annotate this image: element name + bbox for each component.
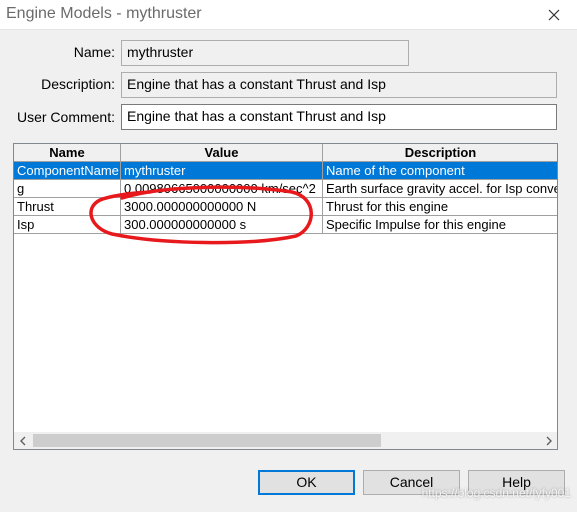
- chevron-left-icon: [19, 436, 25, 445]
- cell-description[interactable]: Thrust for this engine: [323, 198, 557, 216]
- cell-value[interactable]: mythruster: [121, 162, 323, 180]
- description-label: Description:: [41, 76, 115, 92]
- name-label: Name:: [73, 44, 115, 60]
- ok-button[interactable]: OK: [258, 470, 355, 495]
- cell-description[interactable]: Specific Impulse for this engine: [323, 216, 557, 234]
- close-icon: [548, 9, 560, 21]
- description-field: Engine that has a constant Thrust and Is…: [121, 72, 557, 98]
- cell-name[interactable]: g: [14, 180, 121, 198]
- user-comment-input[interactable]: Engine that has a constant Thrust and Is…: [121, 104, 557, 130]
- column-header-value[interactable]: Value: [121, 144, 323, 162]
- cell-name[interactable]: Thrust: [14, 198, 121, 216]
- watermark-text: https://blog.csdn.net/fyfy001: [421, 486, 571, 500]
- column-header-name[interactable]: Name: [14, 144, 121, 162]
- user-comment-label: User Comment:: [16, 109, 115, 125]
- cell-name[interactable]: Isp: [14, 216, 121, 234]
- cell-name[interactable]: ComponentName: [14, 162, 121, 180]
- scroll-right-button[interactable]: [540, 432, 557, 449]
- grid-header: Name Value Description: [14, 144, 557, 162]
- horizontal-scrollbar[interactable]: [14, 432, 557, 449]
- column-header-description[interactable]: Description: [323, 144, 557, 162]
- cell-value[interactable]: 0.00980665000000000 km/sec^2: [121, 180, 323, 198]
- cell-description[interactable]: Name of the component: [323, 162, 557, 180]
- parameters-grid[interactable]: Name Value Description ComponentName myt…: [13, 143, 558, 450]
- window-title: Engine Models - mythruster: [6, 5, 202, 22]
- table-row[interactable]: ComponentName mythruster Name of the com…: [14, 162, 557, 180]
- cell-value[interactable]: 3000.000000000000 N: [121, 198, 323, 216]
- cell-value[interactable]: 300.000000000000 s: [121, 216, 323, 234]
- close-button[interactable]: [531, 0, 577, 30]
- chevron-right-icon: [546, 436, 552, 445]
- scroll-left-button[interactable]: [14, 432, 31, 449]
- scroll-thumb[interactable]: [33, 434, 381, 447]
- title-bar: Engine Models - mythruster: [0, 0, 577, 30]
- cell-description[interactable]: Earth surface gravity accel. for Isp con…: [323, 180, 557, 198]
- name-field: mythruster: [121, 40, 409, 66]
- table-row[interactable]: Isp 300.000000000000 s Specific Impulse …: [14, 216, 557, 234]
- grid-body: ComponentName mythruster Name of the com…: [14, 162, 557, 234]
- table-row[interactable]: Thrust 3000.000000000000 N Thrust for th…: [14, 198, 557, 216]
- table-row[interactable]: g 0.00980665000000000 km/sec^2 Earth sur…: [14, 180, 557, 198]
